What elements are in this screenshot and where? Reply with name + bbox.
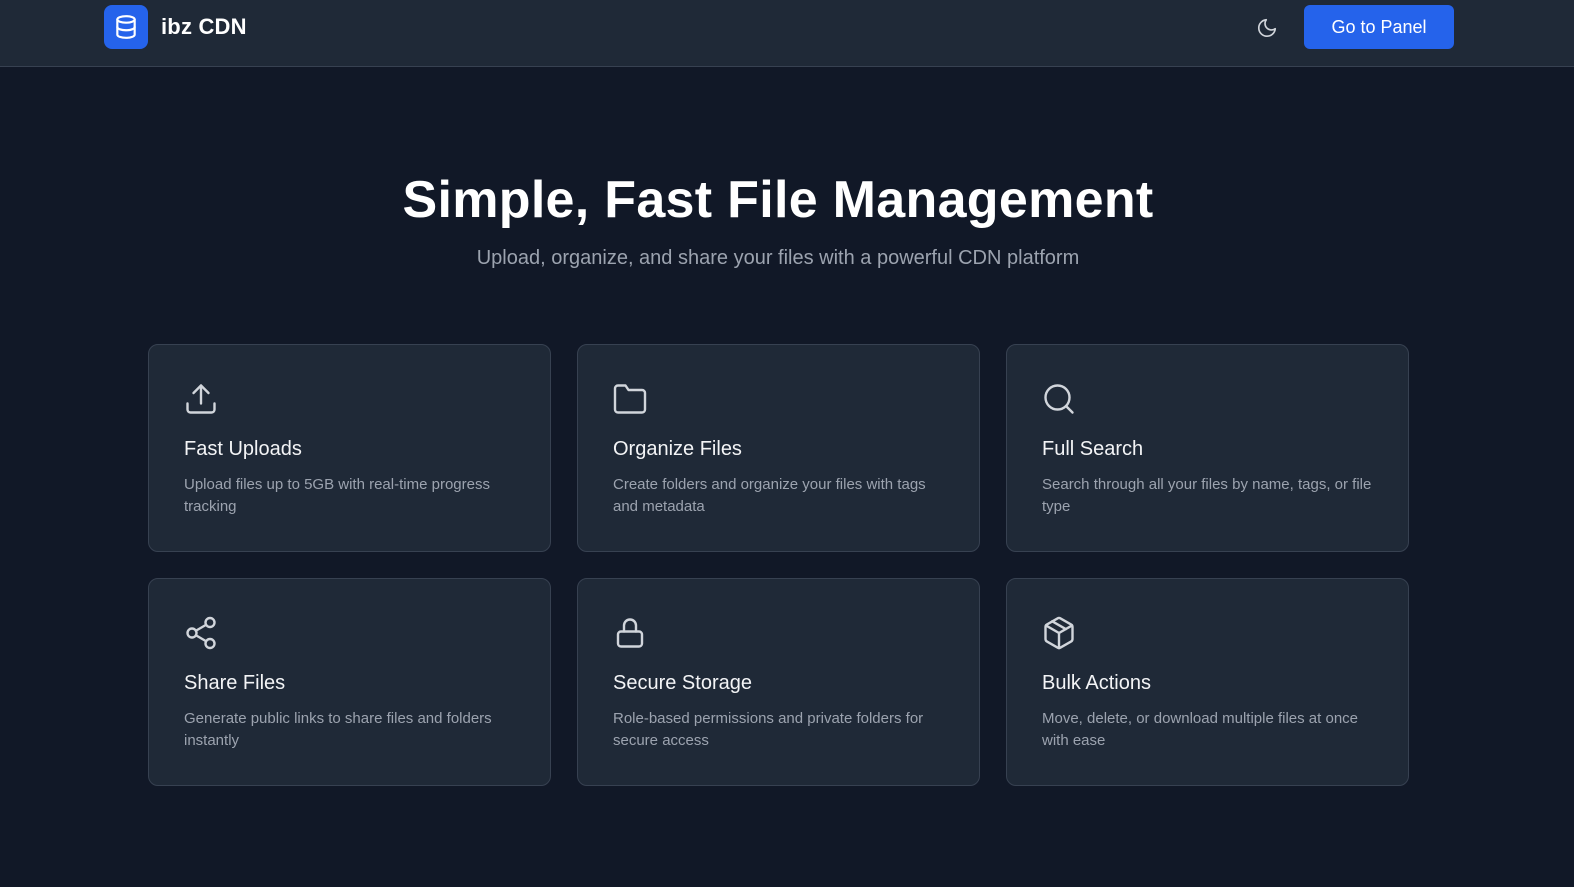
feature-title: Bulk Actions bbox=[1042, 672, 1151, 694]
feature-card-secure-storage: Secure Storage Role-based permissions an… bbox=[577, 578, 980, 786]
hero-title: Simple, Fast File Management bbox=[402, 171, 1154, 229]
search-icon bbox=[1041, 381, 1077, 417]
feature-title: Secure Storage bbox=[613, 672, 752, 694]
feature-card-organize-files: Organize Files Create folders and organi… bbox=[577, 344, 980, 552]
feature-title: Fast Uploads bbox=[184, 438, 302, 460]
feature-description: Search through all your files by name, t… bbox=[1042, 476, 1372, 515]
feature-card-bulk-actions: Bulk Actions Move, delete, or download m… bbox=[1006, 578, 1409, 786]
moon-icon bbox=[1257, 18, 1277, 38]
theme-toggle-button[interactable] bbox=[1250, 11, 1284, 45]
feature-card-fast-uploads: Fast Uploads Upload files up to 5GB with… bbox=[148, 344, 551, 552]
feature-title: Share Files bbox=[184, 672, 286, 694]
brand-link[interactable]: ibz CDN bbox=[104, 5, 247, 49]
package-icon bbox=[1041, 615, 1077, 651]
brand-name: ibz CDN bbox=[161, 14, 247, 39]
database-icon bbox=[104, 5, 148, 49]
upload-icon bbox=[183, 381, 219, 417]
share-icon bbox=[183, 615, 219, 651]
feature-description: Upload files up to 5GB with real-time pr… bbox=[184, 476, 490, 515]
feature-title: Organize Files bbox=[613, 438, 742, 460]
feature-description: Generate public links to share files and… bbox=[184, 710, 492, 749]
feature-description: Move, delete, or download multiple files… bbox=[1042, 710, 1359, 749]
hero-subtitle: Upload, organize, and share your files w… bbox=[476, 247, 1080, 269]
top-navbar: ibz CDN Go to Panel bbox=[0, 0, 1574, 67]
go-to-panel-button[interactable]: Go to Panel bbox=[1304, 5, 1454, 49]
feature-title: Full Search bbox=[1042, 438, 1144, 460]
feature-description: Create folders and organize your files w… bbox=[613, 476, 926, 515]
lock-icon bbox=[612, 615, 648, 651]
folder-icon bbox=[612, 381, 648, 417]
feature-card-share-files: Share Files Generate public links to sha… bbox=[148, 578, 551, 786]
feature-card-full-search: Full Search Search through all your file… bbox=[1006, 344, 1409, 552]
feature-description: Role-based permissions and private folde… bbox=[613, 710, 924, 749]
